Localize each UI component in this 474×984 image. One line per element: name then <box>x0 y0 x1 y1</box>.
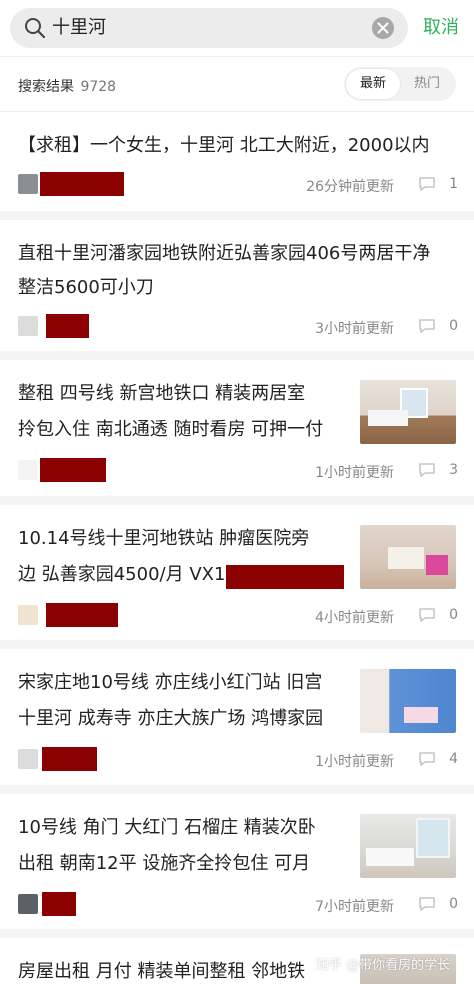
comment-count: 0 <box>449 318 458 334</box>
post-title: 边 弘善家园4500/月 VX19 <box>18 564 237 585</box>
search-input[interactable]: 十里河 <box>52 8 106 48</box>
avatar[interactable] <box>18 460 38 480</box>
post-title: 十里河 成寿寺 亦庄大族广场 鸿博家园 <box>18 708 324 729</box>
redaction <box>40 172 124 196</box>
post-title: 房屋出租 月付 精装单间整租 邻地铁 <box>18 961 306 982</box>
update-time: 1小时前更新 <box>315 754 394 770</box>
post-title: 【求租】一个女生，十里河 北工大附近，2000以内 <box>18 135 430 156</box>
avatar[interactable] <box>18 894 38 914</box>
post-meta: 1小时前更新 3 <box>18 458 458 482</box>
comment-icon <box>419 177 435 192</box>
watermark: 知乎 @带你看房的学长 <box>316 958 451 973</box>
post-meta: 26分钟前更新 1 <box>18 172 458 196</box>
sort-toggle: 最新 热门 <box>344 67 456 101</box>
list-item[interactable]: 【求租】一个女生，十里河 北工大附近，2000以内 26分钟前更新 1 <box>0 112 474 220</box>
avatar[interactable] <box>18 316 38 336</box>
update-time: 7小时前更新 <box>315 899 394 915</box>
list-item[interactable]: 10号线 角门 大红门 石榴庄 精装次卧 出租 朝南12平 设施齐全拎包住 可月… <box>0 794 474 938</box>
post-meta: 1小时前更新 4 <box>18 747 458 771</box>
post-title: 直租十里河潘家园地铁附近弘善家园406号两居干净 <box>18 243 431 264</box>
cancel-button[interactable]: 取消 <box>423 16 459 40</box>
post-title: 整租 四号线 新宫地铁口 精装两居室 <box>18 383 306 404</box>
redaction <box>46 603 118 627</box>
redaction <box>46 314 89 338</box>
avatar[interactable] <box>18 749 38 769</box>
comment-count: 0 <box>449 896 458 912</box>
redaction <box>42 747 97 771</box>
results-summary: 搜索结果 9728 <box>18 76 116 96</box>
results-bar: 搜索结果 9728 最新 热门 <box>0 56 474 112</box>
comment-icon <box>419 608 435 623</box>
comment-icon <box>419 752 435 767</box>
redaction <box>40 458 106 482</box>
post-title: 10.14号线十里河地铁站 肿瘤医院旁 <box>18 528 310 549</box>
sort-hot-tab[interactable]: 热门 <box>400 69 454 99</box>
comment-count: 3 <box>449 462 458 478</box>
avatar[interactable] <box>18 174 38 194</box>
update-time: 26分钟前更新 <box>306 179 394 195</box>
update-time: 3小时前更新 <box>315 321 394 337</box>
comment-count: 4 <box>449 751 458 767</box>
comment-icon <box>419 897 435 912</box>
list-item[interactable]: 10.14号线十里河地铁站 肿瘤医院旁 边 弘善家园4500/月 VX19 4小… <box>0 505 474 649</box>
comment-count: 1 <box>449 176 458 192</box>
list-item[interactable]: 宋家庄地10号线 亦庄线小红门站 旧宫 十里河 成寿寺 亦庄大族广场 鸿博家园 … <box>0 649 474 794</box>
post-title: 拎包入住 南北通透 随时看房 可押一付 <box>18 419 324 440</box>
clear-icon[interactable] <box>372 17 394 39</box>
post-meta: 7小时前更新 0 <box>18 892 458 916</box>
redaction <box>42 892 76 916</box>
avatar[interactable] <box>18 605 38 625</box>
update-time: 4小时前更新 <box>315 610 394 626</box>
post-meta: 3小时前更新 0 <box>18 314 458 338</box>
listing-thumbnail[interactable] <box>360 380 456 444</box>
listing-thumbnail[interactable] <box>360 669 456 733</box>
comment-count: 0 <box>449 607 458 623</box>
search-icon <box>25 18 46 39</box>
post-meta: 4小时前更新 0 <box>18 603 458 627</box>
results-label: 搜索结果 <box>18 79 74 95</box>
list-item[interactable]: 直租十里河潘家园地铁附近弘善家园406号两居干净 整洁5600可小刀 3小时前更… <box>0 220 474 360</box>
search-box[interactable]: 十里河 <box>10 8 408 48</box>
post-title: 出租 朝南12平 设施齐全拎包住 可月 <box>18 853 311 874</box>
comment-icon <box>419 463 435 478</box>
post-title: 宋家庄地10号线 亦庄线小红门站 旧宫 <box>18 672 323 693</box>
post-title: 整洁5600可小刀 <box>18 277 154 298</box>
update-time: 1小时前更新 <box>315 465 394 481</box>
sort-latest-tab[interactable]: 最新 <box>346 69 400 99</box>
post-title: 10号线 角门 大红门 石榴庄 精装次卧 <box>18 817 316 838</box>
search-bar: 十里河 取消 <box>0 0 474 56</box>
results-count: 9728 <box>80 79 117 95</box>
listing-thumbnail[interactable] <box>360 814 456 878</box>
redaction <box>226 565 344 589</box>
comment-icon <box>419 319 435 334</box>
list-item[interactable]: 整租 四号线 新宫地铁口 精装两居室 拎包入住 南北通透 随时看房 可押一付 1… <box>0 360 474 505</box>
listing-thumbnail[interactable] <box>360 525 456 589</box>
